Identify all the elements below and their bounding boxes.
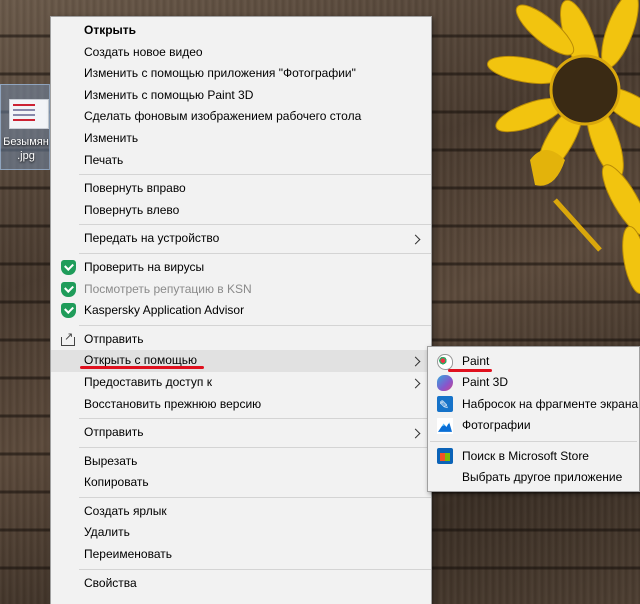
menu-item-label: Отправить (84, 331, 144, 346)
menu-item-label: Kaspersky Application Advisor (84, 303, 245, 318)
menu-item-label: Отправить (84, 425, 144, 440)
menu-item-delete[interactable]: Удалить (51, 522, 431, 544)
paint3d-icon (437, 375, 453, 392)
menu-item-label: Печать (84, 152, 124, 167)
menu-item-label: Создать ярлык (84, 503, 167, 518)
menu-item-label: Сделать фоновым изображением рабочего ст… (84, 109, 362, 124)
submenu-item-label: Paint 3D (462, 375, 509, 390)
menu-item-create-video[interactable]: Создать новое видео (51, 42, 431, 64)
menu-item-set-as-wallpaper[interactable]: Сделать фоновым изображением рабочего ст… (51, 106, 431, 128)
menu-item-label: Создать новое видео (84, 44, 203, 59)
kaspersky-shield-icon (61, 281, 76, 297)
menu-item-label: Изменить (84, 130, 139, 145)
menu-item-label: Вырезать (84, 453, 138, 468)
submenu-item-label: Поиск в Microsoft Store (462, 448, 589, 463)
menu-separator (79, 224, 431, 226)
menu-item-label: Предоставить доступ к (84, 374, 212, 389)
menu-item-create-shortcut[interactable]: Создать ярлык (51, 501, 431, 523)
menu-separator (79, 496, 431, 498)
menu-item-cast-to-device[interactable]: Передать на устройство (51, 228, 431, 250)
menu-item-rotate-left[interactable]: Повернуть влево (51, 200, 431, 222)
desktop-file-name: Безымян .jpg (1, 135, 51, 163)
menu-item-scan-viruses[interactable]: Проверить на вирусы (51, 257, 431, 279)
menu-item-share[interactable]: Отправить (51, 327, 431, 351)
menu-separator (79, 446, 431, 448)
menu-item-label: Удалить (84, 525, 130, 540)
submenu-item-label: Набросок на фрагменте экрана (462, 396, 639, 411)
menu-item-give-access[interactable]: Предоставить доступ к (51, 372, 431, 394)
menu-item-label: Посмотреть репутацию в KSN (84, 281, 252, 296)
menu-item-ksn-reputation: Посмотреть репутацию в KSN (51, 279, 431, 301)
annotation-underline-paint (448, 369, 492, 372)
menu-separator (430, 440, 637, 442)
submenu-item-choose-another-app[interactable]: Выбрать другое приложение (428, 467, 639, 488)
photos-icon (437, 417, 453, 434)
menu-item-label: Восстановить прежнюю версию (84, 396, 262, 411)
image-thumbnail-icon (9, 99, 49, 129)
menu-separator (79, 252, 431, 254)
menu-item-edit-with-photos[interactable]: Изменить с помощью приложения "Фотографи… (51, 63, 431, 85)
submenu-item-label: Paint (462, 354, 490, 368)
desktop-file-icon[interactable]: Безымян .jpg (0, 84, 50, 170)
menu-item-copy[interactable]: Копировать (51, 472, 431, 494)
submenu-item-snip-sketch[interactable]: Набросок на фрагменте экрана (428, 394, 639, 417)
menu-item-label: Изменить с помощью приложения "Фотографи… (84, 66, 356, 81)
submenu-item-search-store[interactable]: Поиск в Microsoft Store (428, 446, 639, 467)
menu-item-cut[interactable]: Вырезать (51, 451, 431, 473)
file-name-line2: .jpg (17, 150, 35, 162)
menu-item-kaspersky-advisor[interactable]: Kaspersky Application Advisor (51, 300, 431, 322)
annotation-underline-open-with (80, 366, 204, 369)
menu-item-label: Свойства (84, 575, 137, 590)
submenu-item-photos[interactable]: Фотографии (428, 415, 639, 436)
menu-separator (79, 324, 431, 326)
paint-icon (437, 353, 453, 370)
menu-item-label: Проверить на вирусы (84, 259, 205, 274)
snip-sketch-icon (437, 395, 453, 417)
submenu-item-label: Фотографии (462, 418, 531, 433)
menu-item-label: Повернуть вправо (84, 181, 186, 196)
menu-item-label: Копировать (84, 475, 149, 490)
menu-separator (79, 418, 431, 420)
kaspersky-shield-icon (61, 303, 76, 319)
menu-item-rotate-right[interactable]: Повернуть вправо (51, 178, 431, 200)
menu-item-restore-previous[interactable]: Восстановить прежнюю версию (51, 394, 431, 416)
store-icon (437, 448, 453, 465)
sunflower-wallpaper (487, 0, 640, 295)
menu-item-rename[interactable]: Переименовать (51, 544, 431, 566)
menu-separator (79, 568, 431, 570)
menu-item-label: Переименовать (84, 547, 172, 562)
chevron-right-icon (411, 422, 421, 444)
menu-item-label: Открыть (84, 23, 137, 37)
submenu-item-paint3d[interactable]: Paint 3D (428, 372, 639, 393)
chevron-right-icon (411, 350, 421, 372)
menu-item-edit[interactable]: Изменить (51, 128, 431, 150)
file-name-line1: Безымян (3, 136, 49, 148)
open-with-submenu: Paint Paint 3D Набросок на фрагменте экр… (427, 346, 640, 492)
kaspersky-shield-icon (61, 260, 76, 276)
menu-item-label: Передать на устройство (84, 231, 220, 246)
menu-item-properties[interactable]: Свойства (51, 573, 431, 595)
menu-separator (79, 174, 431, 176)
menu-item-label: Изменить с помощью Paint 3D (84, 87, 254, 102)
submenu-item-label: Выбрать другое приложение (462, 469, 623, 484)
menu-item-edit-with-paint3d[interactable]: Изменить с помощью Paint 3D (51, 85, 431, 107)
menu-item-open[interactable]: Открыть (51, 20, 431, 42)
menu-item-label: Повернуть влево (84, 202, 180, 217)
share-icon (61, 327, 75, 349)
menu-item-send-to[interactable]: Отправить (51, 422, 431, 444)
context-menu: Открыть Создать новое видео Изменить с п… (50, 16, 432, 604)
chevron-right-icon (411, 228, 421, 250)
menu-item-print[interactable]: Печать (51, 150, 431, 172)
chevron-right-icon (411, 372, 421, 394)
